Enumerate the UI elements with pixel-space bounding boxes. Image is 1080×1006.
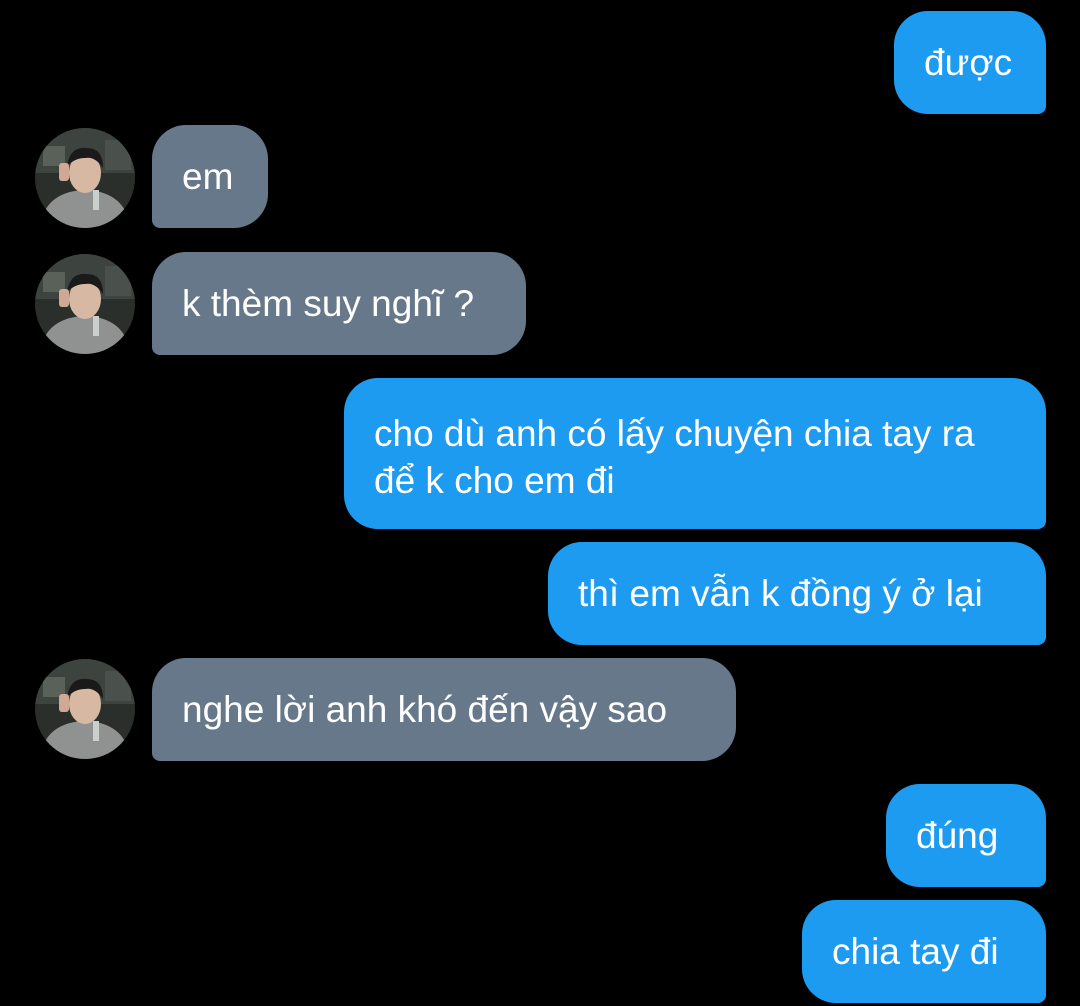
- message-bubble-received[interactable]: nghe lời anh khó đến vậy sao: [152, 658, 736, 761]
- message-bubble-sent[interactable]: thì em vẫn k đồng ý ở lại: [548, 542, 1046, 645]
- avatar-photo-icon: [35, 659, 135, 759]
- message-bubble-sent[interactable]: cho dù anh có lấy chuyện chia tay ra để …: [344, 378, 1046, 529]
- message-bubble-received[interactable]: k thèm suy nghĩ ?: [152, 252, 526, 355]
- message-text: được: [924, 42, 1013, 83]
- message-text: cho dù anh có lấy chuyện chia tay ra để …: [374, 413, 975, 501]
- message-text: em: [182, 156, 234, 197]
- contact-avatar[interactable]: [35, 254, 135, 354]
- message-text: k thèm suy nghĩ ?: [182, 283, 475, 324]
- message-bubble-sent[interactable]: đúng: [886, 784, 1046, 887]
- message-bubble-received[interactable]: em: [152, 125, 268, 228]
- message-bubble-sent[interactable]: chia tay đi: [802, 900, 1046, 1003]
- message-bubble-sent[interactable]: được: [894, 11, 1046, 114]
- message-text: nghe lời anh khó đến vậy sao: [182, 689, 668, 730]
- avatar-photo-icon: [35, 128, 135, 228]
- contact-avatar[interactable]: [35, 659, 135, 759]
- contact-avatar[interactable]: [35, 128, 135, 228]
- avatar-photo-icon: [35, 254, 135, 354]
- message-text: đúng: [916, 815, 999, 856]
- message-text: chia tay đi: [832, 931, 999, 972]
- message-text: thì em vẫn k đồng ý ở lại: [578, 573, 983, 614]
